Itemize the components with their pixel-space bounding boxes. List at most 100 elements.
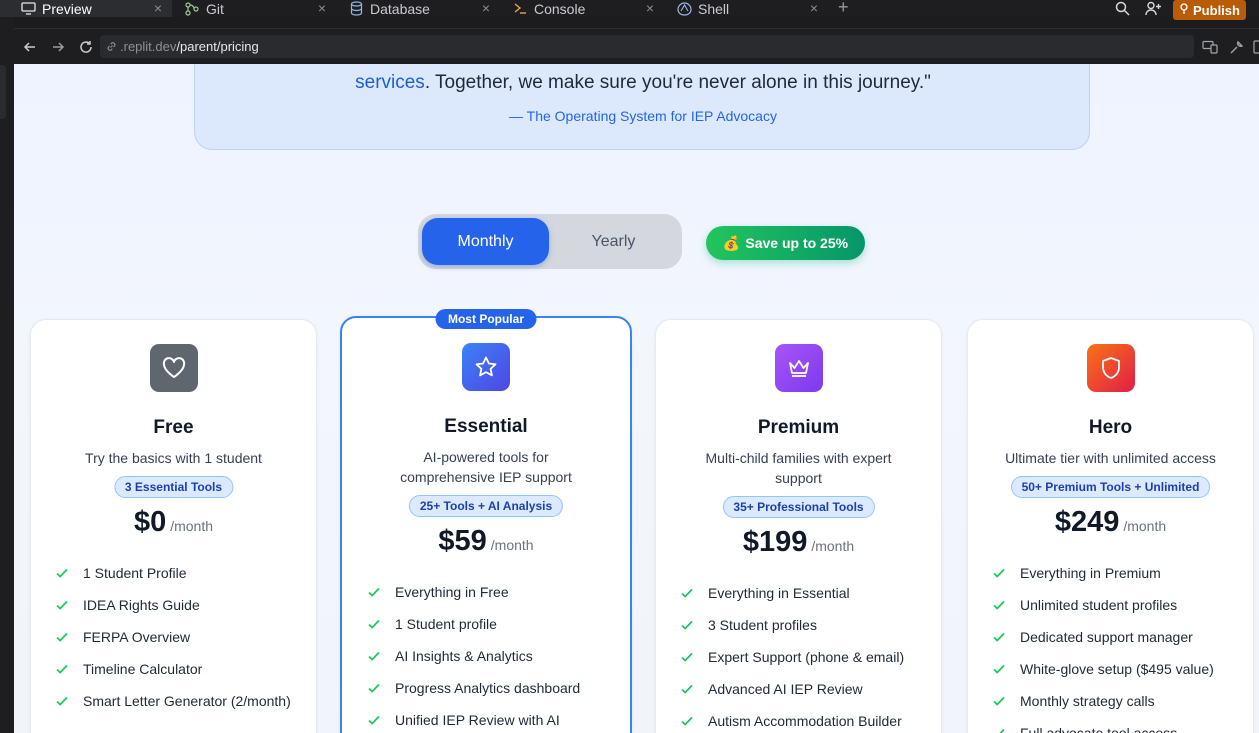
price-period: /month: [1123, 518, 1167, 534]
check-icon: [681, 620, 693, 630]
back-arrow-icon[interactable]: [21, 38, 39, 56]
feature-list: Everything in Essential 3 Student profil…: [680, 583, 929, 733]
plan-price: $59: [438, 525, 487, 557]
monitor-icon: [20, 1, 36, 17]
url-path: /parent/pricing: [176, 39, 259, 54]
add-tab-icon[interactable]: +: [838, 0, 849, 16]
publish-button[interactable]: Publish: [1173, 0, 1246, 20]
feature-item: Autism Accommodation Builder: [680, 711, 929, 731]
feature-item: Advanced AI IEP Review: [680, 679, 929, 699]
quote-text-rest: . Together, we make sure you're never al…: [424, 72, 931, 93]
tab-label: Preview: [42, 0, 92, 17]
shield-icon: [1086, 344, 1135, 392]
feature-item: 1 Student Profile: [55, 563, 304, 583]
price-period: /month: [170, 518, 214, 534]
price-row: $249/month: [968, 506, 1253, 539]
reload-icon[interactable]: [77, 38, 95, 56]
git-branch-icon: [184, 1, 200, 17]
feature-item: AI Insights & Analytics: [367, 646, 618, 666]
feature-item: White-glove setup ($495 value): [992, 659, 1241, 679]
monthly-option[interactable]: Monthly: [422, 218, 549, 265]
tools-count-badge: 35+ Professional Tools: [722, 496, 875, 518]
services-link[interactable]: services: [355, 72, 425, 93]
tab-database[interactable]: Database ×: [336, 0, 500, 17]
plan-price: $199: [742, 526, 808, 558]
tab-shell[interactable]: Shell ×: [664, 0, 828, 17]
plan-description: Try the basics with 1 student: [85, 450, 262, 466]
check-icon: [681, 588, 693, 598]
check-icon: [993, 600, 1005, 610]
plan-name: Free: [153, 417, 194, 438]
devices-icon[interactable]: [1201, 38, 1219, 56]
check-icon: [993, 568, 1005, 578]
database-icon: [348, 1, 364, 17]
feature-item: Smart Letter Generator (2/month): [55, 691, 304, 711]
check-icon: [368, 619, 380, 629]
tab-label: Git: [206, 0, 224, 17]
publish-icon: [1179, 2, 1189, 18]
check-icon: [681, 652, 693, 662]
publish-label: Publish: [1193, 2, 1240, 18]
price-row: $199/month: [656, 526, 941, 559]
feature-list: 1 Student Profile IDEA Rights Guide FERP…: [55, 563, 304, 723]
feature-item: 3 Student profiles: [680, 615, 929, 635]
feature-item: IDEA Rights Guide: [55, 595, 304, 615]
check-icon: [56, 632, 68, 642]
check-icon: [994, 728, 1005, 733]
tab-preview[interactable]: Preview ×: [0, 0, 172, 17]
feature-item: Everything in Premium: [992, 563, 1241, 583]
check-icon: [56, 664, 68, 674]
plan-name: Hero: [1088, 417, 1133, 438]
feature-item: FERPA Overview: [55, 627, 304, 647]
price-period: /month: [811, 538, 855, 554]
plan-card-free: Free Try the basics with 1 student 3 Ess…: [30, 319, 317, 733]
plan-price: $0: [133, 506, 167, 538]
tab-git[interactable]: Git ×: [172, 0, 336, 17]
check-icon: [368, 651, 380, 661]
devtools-wrench-icon[interactable]: [1227, 38, 1245, 56]
price-row: $0/month: [31, 506, 316, 539]
quote-text: services. Together, we make sure you're …: [195, 72, 1091, 94]
plan-description: Multi-child families with expert support: [705, 450, 892, 486]
feature-item: Unified IEP Review with AI: [367, 710, 618, 730]
save-badge: 💰 Save up to 25%: [706, 226, 865, 260]
page-viewport: services. Together, we make sure you're …: [14, 64, 1259, 733]
price-period: /month: [490, 537, 534, 553]
tab-label: Console: [534, 0, 586, 17]
close-icon[interactable]: ×: [318, 0, 326, 16]
feature-item: 1 Student profile: [367, 614, 618, 634]
feature-item: Everything in Essential: [680, 583, 929, 603]
overflow-icon[interactable]: [1252, 38, 1259, 56]
check-icon: [368, 683, 380, 693]
tools-count-badge: 25+ Tools + AI Analysis: [408, 495, 564, 517]
star-icon: [462, 343, 510, 391]
url-host: .replit.dev: [120, 39, 177, 54]
check-icon: [993, 696, 1005, 706]
feature-item: Unlimited student profiles: [992, 595, 1241, 615]
check-icon: [993, 632, 1005, 642]
terminal-icon: [512, 1, 528, 17]
yearly-option[interactable]: Yearly: [550, 218, 677, 265]
forward-arrow-icon[interactable]: [49, 38, 67, 56]
close-icon[interactable]: ×: [646, 0, 654, 16]
tab-console[interactable]: Console ×: [500, 0, 664, 17]
feature-item: Everything in Free: [367, 582, 618, 602]
feature-item: Progress Analytics dashboard: [367, 678, 618, 698]
feature-list: Everything in Free 1 Student profile AI …: [367, 582, 618, 733]
close-icon[interactable]: ×: [482, 0, 490, 16]
plan-card-hero: Hero Ultimate tier with unlimited access…: [967, 319, 1254, 733]
search-icon[interactable]: [1113, 0, 1131, 16]
close-icon[interactable]: ×: [810, 0, 818, 16]
close-icon[interactable]: ×: [154, 0, 162, 16]
url-field[interactable]: .replit.dev/parent/pricing: [100, 35, 1194, 58]
invite-user-icon[interactable]: [1144, 0, 1162, 16]
feature-item: Full advocate tool access: [992, 723, 1241, 733]
feature-item: Monthly strategy calls: [992, 691, 1241, 711]
check-icon: [368, 715, 380, 725]
crown-icon: [774, 344, 823, 392]
tab-label: Database: [370, 0, 430, 17]
link-icon: [106, 41, 117, 52]
rail-handle[interactable]: [0, 65, 6, 119]
plan-card-premium: Premium Multi-child families with expert…: [655, 319, 942, 733]
tools-count-badge: 3 Essential Tools: [113, 476, 234, 498]
